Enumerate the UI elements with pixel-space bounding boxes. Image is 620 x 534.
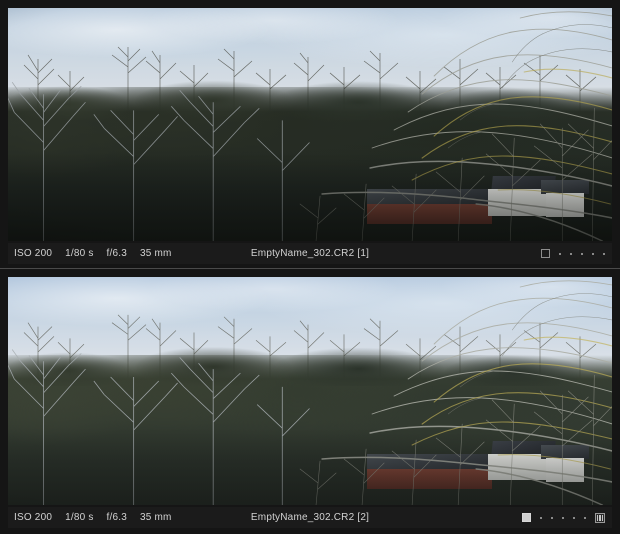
star-dot-4-icon[interactable] xyxy=(592,252,594,255)
top-compare-pane[interactable]: ISO 200 1/80 s f/6.3 35 mm EmptyName_302… xyxy=(0,0,620,268)
photo-image-2 xyxy=(8,277,612,505)
rating-group-1[interactable] xyxy=(541,249,612,258)
rating-group-2[interactable] xyxy=(522,512,612,523)
star-dot-5-icon[interactable] xyxy=(584,516,586,519)
foreground-branch-screen-icon xyxy=(299,280,612,505)
focal-length-value-1: 35 mm xyxy=(140,248,172,259)
photo-image-1 xyxy=(8,8,612,241)
aperture-value-1: f/6.3 xyxy=(106,248,128,259)
shutter-value-1: 1/80 s xyxy=(65,248,94,259)
star-dot-1-icon[interactable] xyxy=(559,252,561,255)
shutter-value-2: 1/80 s xyxy=(65,512,94,523)
star-dot-2-icon[interactable] xyxy=(551,516,553,519)
star-dot-4-icon[interactable] xyxy=(573,516,575,519)
photo-frame-2[interactable] xyxy=(8,277,612,505)
info-bar-2: ISO 200 1/80 s f/6.3 35 mm EmptyName_302… xyxy=(8,507,612,528)
columns-layout-icon[interactable] xyxy=(595,512,605,523)
star-dot-3-icon[interactable] xyxy=(562,516,564,519)
star-dot-1-icon[interactable] xyxy=(540,516,542,519)
flag-square-filled-icon[interactable] xyxy=(522,513,531,522)
aperture-value-2: f/6.3 xyxy=(106,512,128,523)
info-bar-1: ISO 200 1/80 s f/6.3 35 mm EmptyName_302… xyxy=(8,243,612,264)
flag-square-outline-icon[interactable] xyxy=(541,249,550,258)
exif-group-2: ISO 200 1/80 s f/6.3 35 mm xyxy=(8,512,172,523)
foreground-branch-screen-icon xyxy=(299,11,612,241)
exif-group-1: ISO 200 1/80 s f/6.3 35 mm xyxy=(8,248,172,259)
photo-frame-1[interactable] xyxy=(8,8,612,241)
star-dot-5-icon[interactable] xyxy=(603,252,605,255)
star-dot-2-icon[interactable] xyxy=(570,252,572,255)
iso-value-1: ISO 200 xyxy=(14,248,53,259)
star-dot-3-icon[interactable] xyxy=(581,252,583,255)
iso-value-2: ISO 200 xyxy=(14,512,53,523)
bottom-compare-pane[interactable]: ISO 200 1/80 s f/6.3 35 mm EmptyName_302… xyxy=(0,268,620,534)
focal-length-value-2: 35 mm xyxy=(140,512,172,523)
compare-view: ISO 200 1/80 s f/6.3 35 mm EmptyName_302… xyxy=(0,0,620,534)
